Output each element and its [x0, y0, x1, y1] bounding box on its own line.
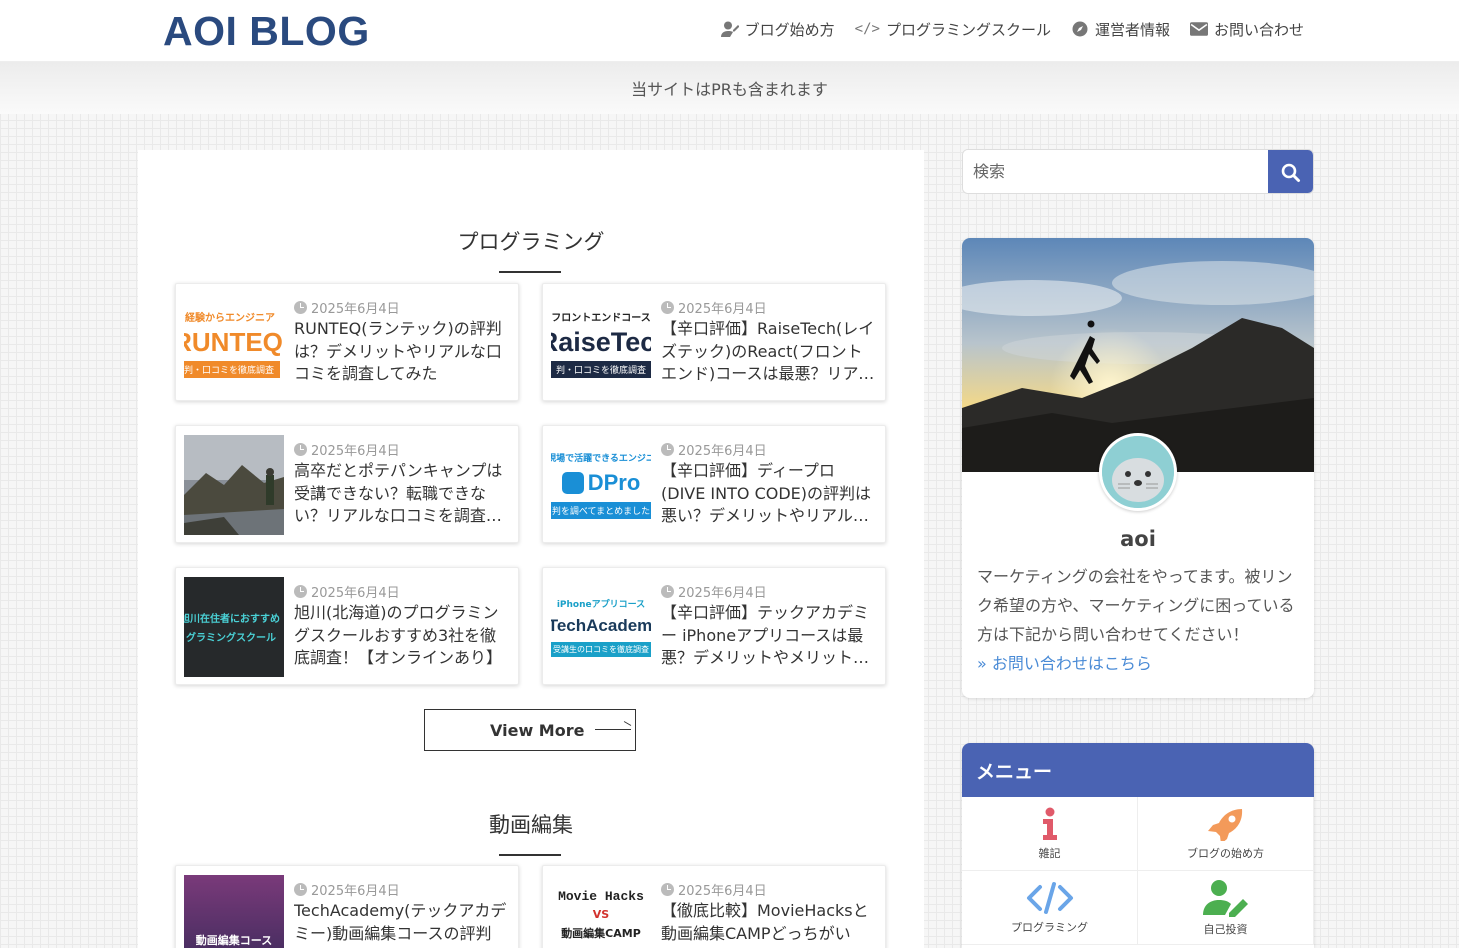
search-box [962, 149, 1314, 194]
section-title: プログラミング [457, 230, 605, 254]
clock-icon [661, 883, 674, 896]
compass-icon [1072, 21, 1088, 37]
info-icon [1042, 807, 1057, 840]
post-card[interactable]: 経験からエンジニア RUNTEQ 判・口コミを徹底調査 2025年6月4日 RU… [175, 283, 519, 401]
post-card[interactable]: 旭川在住者におすすめ グラミングスクール 2025年6月4日 旭川(北海道)のプ… [175, 567, 519, 685]
search-button[interactable] [1268, 150, 1313, 193]
nav-label: ブログ始め方 [744, 20, 835, 39]
menu-item-blog-start[interactable]: ブログの始め方 [1138, 797, 1314, 871]
post-title[interactable]: 【辛口評価】RaiseTech(レイズテック)のReact(フロントエンド)コー… [661, 318, 877, 386]
site-header: AOI BLOG ブログ始め方 </> プログラミングスクール 運営者情報 お問… [0, 0, 1459, 62]
main-nav: ブログ始め方 </> プログラミングスクール 運営者情報 お問い合わせ [720, 0, 1304, 58]
post-date: 2025年6月4日 [661, 880, 767, 899]
post-card[interactable]: 動画編集コース 2025年6月4日 TechAcademy(テックアカデミー)動… [175, 865, 519, 948]
menu-grid: 雑記 ブログの始め方 プログラミング 自己投資 [962, 797, 1314, 945]
code-icon: </> [854, 21, 880, 37]
nav-label: プログラミングスクール [885, 20, 1051, 39]
envelope-icon [1189, 22, 1208, 36]
post-title[interactable]: 【辛口評価】ディープロ(DIVE INTO CODE)の評判は悪い？デメリットや… [661, 460, 877, 528]
post-date: 2025年6月4日 [661, 440, 767, 459]
clock-icon [661, 443, 674, 456]
post-thumbnail [184, 435, 284, 535]
post-thumbnail: 旭川在住者におすすめ グラミングスクール [184, 577, 284, 677]
clock-icon [294, 883, 307, 896]
nav-label: お問い合わせ [1213, 20, 1304, 39]
code-icon [1026, 881, 1073, 914]
user-edit-icon [720, 21, 739, 37]
menu-widget: メニュー 雑記 ブログの始め方 プログラミング 自己投資 [962, 743, 1314, 948]
post-date: 2025年6月4日 [294, 298, 400, 317]
rocket-icon [1207, 808, 1242, 841]
nav-item-blog-start[interactable]: ブログ始め方 [720, 19, 835, 40]
post-card[interactable]: Movie Hacks VS 動画編集CAMP 2025年6月4日 【徹底比較】… [542, 865, 886, 948]
nav-item-about[interactable]: 運営者情報 [1071, 19, 1170, 40]
nav-label: 運営者情報 [1094, 20, 1170, 39]
post-thumbnail: 経験からエンジニア RUNTEQ 判・口コミを徹底調査 [184, 293, 284, 393]
section-underline [499, 271, 561, 273]
post-title[interactable]: 【辛口評価】テックアカデミー iPhoneアプリコースは最悪？デメリットやメリッ… [661, 602, 877, 670]
post-card[interactable]: 現場で活躍できるエンジニ DPro 判を調べてまとめました 2025年6月4日 … [542, 425, 886, 543]
post-title[interactable]: RUNTEQ(ランテック)の評判は？デメリットやリアルな口コミを調査してみた [294, 318, 510, 386]
nav-item-contact[interactable]: お問い合わせ [1189, 19, 1304, 40]
post-date: 2025年6月4日 [294, 880, 400, 899]
menu-item-misc[interactable]: 雑記 [962, 797, 1138, 871]
main-content: プログラミング 経験からエンジニア RUNTEQ 判・口コミを徹底調査 2025… [138, 150, 924, 948]
post-thumbnail: 動画編集コース [184, 875, 284, 948]
clock-icon [661, 301, 674, 314]
pr-notice: 当サイトはPRも含まれます [0, 62, 1459, 114]
section-underline [499, 854, 561, 856]
post-date: 2025年6月4日 [661, 582, 767, 601]
post-title[interactable]: 高卒だとポテパンキャンプは受講できない？転職できない？リアルな口コミを調査してみ… [294, 460, 510, 528]
menu-item-programming[interactable]: プログラミング [962, 871, 1138, 945]
post-title[interactable]: 【徹底比較】MovieHacksと動画編集CAMPどっちがいい？ [661, 900, 877, 948]
search-icon [1281, 163, 1300, 182]
arrow-right-icon [595, 729, 631, 730]
menu-title: メニュー [962, 743, 1314, 797]
profile-description: マーケティングの会社をやってます。被リンク希望の方や、マーケティングに困っている… [977, 567, 1295, 644]
clock-icon [294, 301, 307, 314]
site-logo[interactable]: AOI BLOG [163, 8, 370, 55]
post-thumbnail: フロントエンドコース RaiseTec 判・口コミを徹底調査 [551, 293, 651, 393]
rocket-logo-icon [561, 472, 584, 494]
menu-item-self-investment[interactable]: 自己投資 [1138, 871, 1314, 945]
avatar [1099, 433, 1177, 511]
contact-link[interactable]: » お問い合わせはこちら [977, 650, 1152, 674]
post-card[interactable]: iPhoneアプリコース TechAcadem 受講生の口コミを徹底調査 202… [542, 567, 886, 685]
profile-card: aoi マーケティングの会社をやってます。被リンク希望の方や、マーケティングに困… [962, 238, 1314, 698]
post-card[interactable]: 2025年6月4日 高卒だとポテパンキャンプは受講できない？転職できない？リアル… [175, 425, 519, 543]
profile-name: aoi [1120, 527, 1156, 551]
search-input[interactable] [963, 150, 1270, 193]
post-date: 2025年6月4日 [294, 582, 400, 601]
post-title[interactable]: TechAcademy(テックアカデミー)動画編集コースの評判は？ [294, 900, 510, 948]
post-thumbnail: Movie Hacks VS 動画編集CAMP [551, 875, 651, 948]
clock-icon [294, 585, 307, 598]
post-date: 2025年6月4日 [661, 298, 767, 317]
clock-icon [661, 585, 674, 598]
post-thumbnail: 現場で活躍できるエンジニ DPro 判を調べてまとめました [551, 435, 651, 535]
post-thumbnail: iPhoneアプリコース TechAcadem 受講生の口コミを徹底調査 [551, 577, 651, 677]
nav-item-programming-school[interactable]: </> プログラミングスクール [855, 19, 1051, 40]
post-card[interactable]: フロントエンドコース RaiseTec 判・口コミを徹底調査 2025年6月4日… [542, 283, 886, 401]
section-title: 動画編集 [489, 813, 573, 837]
post-title[interactable]: 旭川(北海道)のプログラミングスクールおすすめ3社を徹底調査！【オンラインあり】 [294, 602, 510, 670]
seal-avatar-icon [1102, 436, 1174, 508]
clock-icon [294, 443, 307, 456]
post-date: 2025年6月4日 [294, 440, 400, 459]
mountain-photo [184, 435, 284, 535]
user-edit-icon [1202, 879, 1248, 917]
view-more-button[interactable]: View More [424, 709, 636, 751]
